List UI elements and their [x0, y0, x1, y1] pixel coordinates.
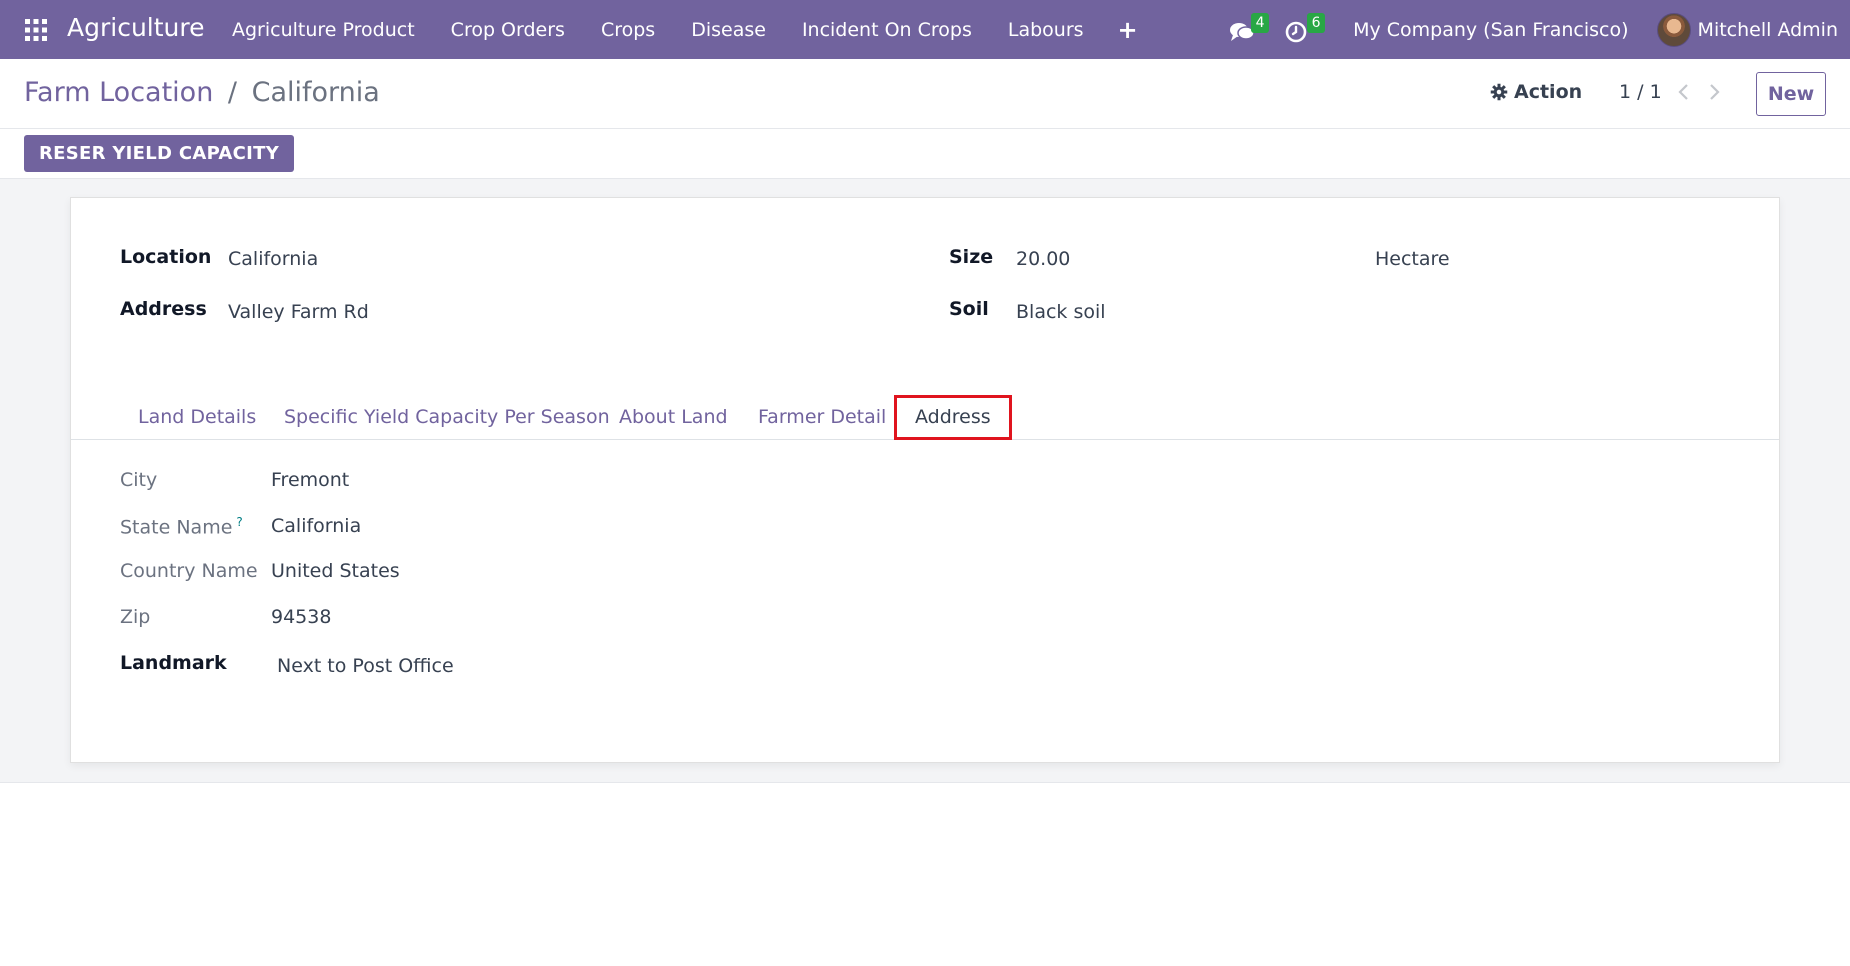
activities-count-badge: 6 — [1307, 12, 1326, 33]
soil-label: Soil — [949, 298, 989, 320]
landmark-label: Landmark — [120, 652, 227, 674]
app-name[interactable]: Agriculture — [67, 13, 205, 42]
size-value[interactable]: 20.00 — [1016, 248, 1070, 270]
top-navbar: Agriculture Agriculture Product Crop Ord… — [0, 0, 1850, 59]
address-label: Address — [120, 298, 207, 320]
breadcrumb-current: California — [251, 77, 380, 108]
systray: 4 6 My Company (San Francisco) Mitchell … — [1229, 0, 1850, 59]
form-background: Location California Address Valley Farm … — [0, 179, 1850, 783]
reset-yield-capacity-button[interactable]: RESER YIELD CAPACITY — [24, 135, 295, 172]
chevron-right-icon[interactable] — [1706, 83, 1722, 101]
control-panel: Farm Location / California Action 1 / 1 … — [0, 59, 1850, 129]
menu-incident-on-crops[interactable]: Incident On Crops — [802, 19, 972, 41]
avatar[interactable] — [1656, 12, 1691, 47]
city-value[interactable]: Fremont — [271, 469, 349, 491]
company-switcher[interactable]: My Company (San Francisco) — [1353, 19, 1628, 41]
breadcrumb: Farm Location / California — [24, 77, 380, 108]
size-label: Size — [949, 246, 994, 268]
tab-land-details[interactable]: Land Details — [138, 395, 256, 440]
action-label: Action — [1514, 81, 1583, 103]
breadcrumb-separator: / — [227, 77, 238, 108]
pager-value[interactable]: 1 / 1 — [1619, 81, 1662, 103]
new-button[interactable]: New — [1756, 72, 1826, 116]
zip-label: Zip — [120, 606, 151, 628]
chevron-left-icon[interactable] — [1676, 83, 1692, 101]
country-name-value[interactable]: United States — [271, 560, 400, 582]
action-button[interactable]: Action — [1490, 81, 1582, 103]
location-label: Location — [120, 246, 212, 268]
address-value[interactable]: Valley Farm Rd — [228, 301, 369, 323]
city-label: City — [120, 469, 158, 491]
menu-crops[interactable]: Crops — [601, 19, 655, 41]
notebook-tabs: Land Details Specific Yield Capacity Per… — [71, 395, 1779, 440]
breadcrumb-farm-location[interactable]: Farm Location — [24, 77, 213, 108]
size-unit-value[interactable]: Hectare — [1375, 248, 1450, 270]
messages-button[interactable]: 4 — [1229, 12, 1270, 45]
main-menu: Agriculture Product Crop Orders Crops Di… — [232, 0, 1138, 59]
menu-disease[interactable]: Disease — [691, 19, 766, 41]
tab-about-land[interactable]: About Land — [619, 395, 728, 440]
help-tooltip-icon[interactable]: ? — [236, 515, 242, 529]
tab-address[interactable]: Address — [894, 395, 1012, 440]
state-name-value[interactable]: California — [271, 515, 361, 537]
user-menu[interactable]: Mitchell Admin — [1698, 19, 1838, 41]
activities-button[interactable]: 6 — [1285, 12, 1326, 45]
clock-icon — [1285, 21, 1307, 42]
apps-grid-icon[interactable] — [24, 18, 48, 42]
zip-value[interactable]: 94538 — [271, 606, 331, 628]
gear-icon — [1490, 83, 1508, 101]
state-name-label: State Name? — [120, 515, 243, 538]
menu-agriculture-product[interactable]: Agriculture Product — [232, 19, 415, 41]
state-name-label-text: State Name — [120, 516, 233, 539]
form-sheet: Location California Address Valley Farm … — [70, 197, 1780, 763]
menu-labours[interactable]: Labours — [1008, 19, 1084, 41]
form-statusbar: RESER YIELD CAPACITY — [0, 129, 1850, 179]
soil-value[interactable]: Black soil — [1016, 301, 1106, 323]
menu-crop-orders[interactable]: Crop Orders — [451, 19, 565, 41]
plus-icon[interactable]: + — [1118, 16, 1138, 44]
messages-count-badge: 4 — [1251, 12, 1270, 33]
tab-farmer-detail[interactable]: Farmer Detail — [758, 395, 886, 440]
location-value[interactable]: California — [228, 248, 318, 270]
landmark-value[interactable]: Next to Post Office — [277, 655, 454, 677]
tab-specific-yield-capacity[interactable]: Specific Yield Capacity Per Season — [284, 395, 610, 440]
country-name-label: Country Name — [120, 560, 258, 582]
